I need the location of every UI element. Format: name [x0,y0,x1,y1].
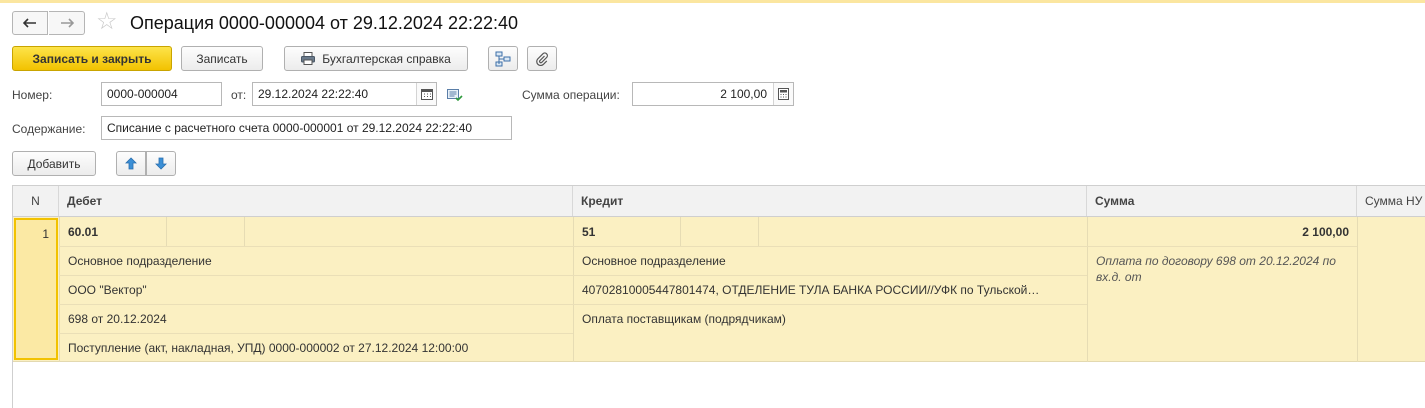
divider [1357,217,1358,362]
save-and-close-button[interactable]: Записать и закрыть [12,46,172,71]
accounting-report-button[interactable]: Бухгалтерская справка [284,46,468,71]
column-header-sum-nu[interactable]: Сумма НУ [1357,186,1425,216]
debit-subconto-1[interactable]: Основное подразделение [68,254,568,268]
back-button[interactable] [12,11,48,35]
date-field[interactable]: 29.12.2024 22:22:40 [252,82,437,106]
date-value: 29.12.2024 22:22:40 [258,87,369,101]
star-icon[interactable]: ☆ [96,10,118,34]
debit-subconto-3[interactable]: 698 от 20.12.2024 [68,312,568,326]
accounting-report-label: Бухгалтерская справка [322,51,451,66]
number-label: Номер: [12,88,53,102]
divider [59,333,573,334]
entries-table: N Дебет Кредит Сумма Сумма НУ 1 60.01 Ос… [12,185,1425,408]
divider [59,275,1087,276]
paperclip-icon [536,51,548,66]
arrow-up-icon [125,157,137,170]
column-header-sum[interactable]: Сумма [1087,186,1357,216]
printer-icon [301,52,316,65]
move-up-button[interactable] [116,151,146,176]
row-amount[interactable]: 2 100,00 [1093,225,1349,239]
divider [680,217,681,246]
amount-field[interactable]: 2 100,00 [632,82,794,106]
row-description[interactable]: Оплата по договору 698 от 20.12.2024 по … [1096,253,1351,285]
window-top-border [0,0,1425,3]
calculator-icon[interactable] [773,83,793,105]
divider [573,217,574,362]
table-header: N Дебет Кредит Сумма Сумма НУ [13,186,1425,217]
arrow-right-icon [60,18,74,28]
credit-account[interactable]: 51 [582,225,672,239]
debit-subconto-4[interactable]: Поступление (акт, накладная, УПД) 0000-0… [68,341,568,355]
debit-account[interactable]: 60.01 [68,225,158,239]
column-header-credit[interactable]: Кредит [573,186,1087,216]
divider [166,217,167,246]
arrow-left-icon [23,18,36,28]
move-down-button[interactable] [146,151,176,176]
row-number: 1 [42,227,49,241]
date-label: от: [231,88,247,102]
page-title: Операция 0000-000004 от 29.12.2024 22:22… [130,13,519,33]
amount-label: Сумма операции: [522,88,620,102]
column-header-debit[interactable]: Дебет [59,186,573,216]
divider [1087,217,1088,362]
credit-subconto-3[interactable]: Оплата поставщикам (подрядчикам) [582,312,1082,326]
forward-button[interactable] [49,11,85,35]
attach-button[interactable] [527,46,557,71]
number-field[interactable]: 0000-000004 [101,82,222,106]
divider [59,217,60,362]
credit-subconto-2[interactable]: 40702810005447801474, ОТДЕЛЕНИЕ ТУЛА БАН… [582,283,1082,297]
document-status-icon [447,88,463,105]
divider [758,217,759,246]
add-row-button[interactable]: Добавить [12,151,96,176]
column-header-n[interactable]: N [13,186,59,216]
content-field[interactable]: Списание с расчетного счета 0000-000001 … [101,116,512,140]
content-label: Содержание: [12,122,86,136]
divider [59,304,1087,305]
arrow-down-icon [155,157,167,170]
calendar-icon[interactable] [416,83,436,105]
divider [1087,246,1357,247]
table-row[interactable]: 1 60.01 Основное подразделение ООО "Вект… [13,217,1425,362]
divider [59,246,1087,247]
amount-value: 2 100,00 [720,87,767,101]
divider [244,217,245,246]
save-button[interactable]: Записать [181,46,263,71]
structure-icon [495,51,511,66]
credit-subconto-1[interactable]: Основное подразделение [582,254,1082,268]
debit-subconto-2[interactable]: ООО "Вектор" [68,283,568,297]
row-number-cell[interactable]: 1 [14,218,58,360]
structure-button[interactable] [488,46,518,71]
